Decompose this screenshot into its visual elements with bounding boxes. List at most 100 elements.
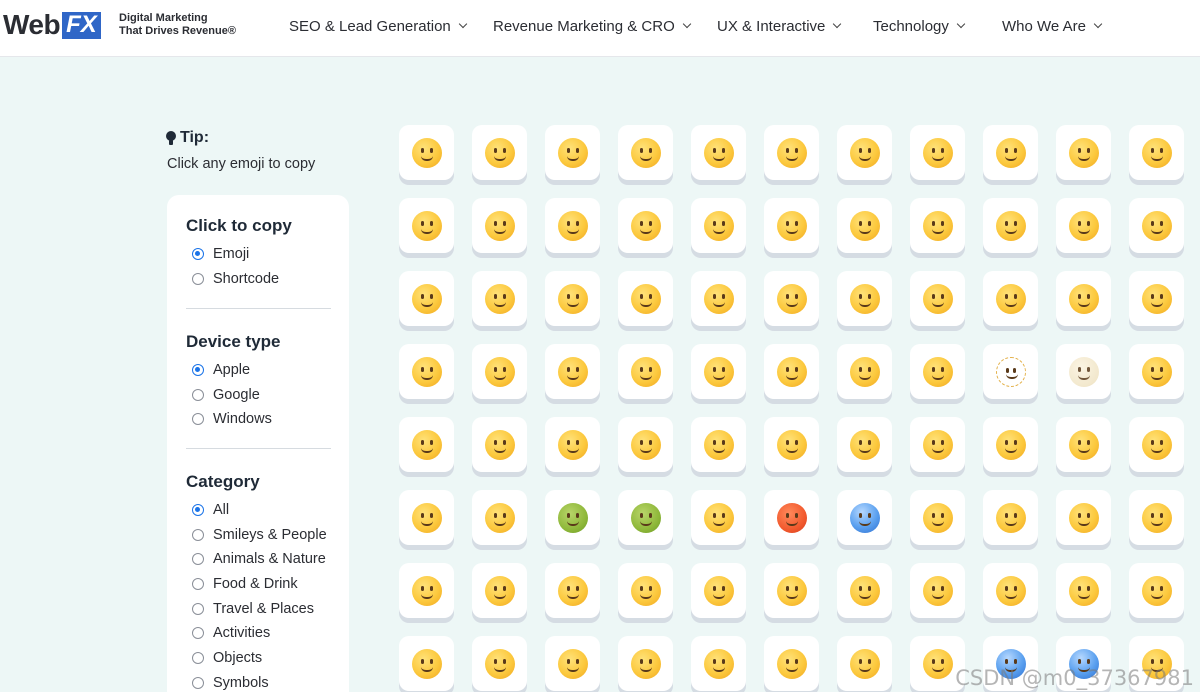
radio-button[interactable]: [192, 364, 204, 376]
emoji-tile[interactable]: 🤒: [399, 490, 454, 545]
emoji-tile[interactable]: 🤕: [472, 490, 527, 545]
radio-button[interactable]: [192, 553, 204, 565]
emoji-tile[interactable]: 🤭: [983, 271, 1038, 326]
emoji-tile[interactable]: 😇: [545, 198, 600, 253]
emoji-tile[interactable]: 😐: [764, 344, 819, 399]
emoji-tile[interactable]: 😮: [399, 636, 454, 691]
radio-button[interactable]: [192, 578, 204, 590]
emoji-tile[interactable]: 🧐: [764, 563, 819, 618]
emoji-tile[interactable]: 🫠: [1129, 125, 1184, 180]
emoji-tile[interactable]: 😔: [837, 417, 892, 472]
nav-seo-lead-generation[interactable]: SEO & Lead Generation: [289, 16, 468, 36]
emoji-tile[interactable]: 😦: [837, 636, 892, 691]
emoji-tile[interactable]: 😯: [472, 636, 527, 691]
radio-device-windows[interactable]: Windows: [192, 411, 272, 427]
emoji-tile[interactable]: 😚: [1056, 198, 1111, 253]
emoji-tile[interactable]: 😜: [618, 271, 673, 326]
emoji-tile[interactable]: 😙: [1129, 198, 1184, 253]
emoji-tile[interactable]: 🤑: [837, 271, 892, 326]
emoji-tile[interactable]: 😛: [545, 271, 600, 326]
emoji-tile[interactable]: 🥸: [545, 563, 600, 618]
emoji-tile[interactable]: 😏: [1129, 344, 1184, 399]
emoji-tile[interactable]: 🫡: [545, 344, 600, 399]
emoji-tile[interactable]: 🤫: [399, 344, 454, 399]
radio-device-apple[interactable]: Apple: [192, 362, 250, 378]
emoji-tile[interactable]: ☺️: [983, 198, 1038, 253]
emoji-tile[interactable]: 🤯: [1129, 490, 1184, 545]
emoji-tile[interactable]: 😵‍💫: [1056, 490, 1111, 545]
radio-button[interactable]: [192, 248, 204, 260]
emoji-tile[interactable]: 😆: [691, 125, 746, 180]
emoji-tile[interactable]: 🙂: [983, 125, 1038, 180]
nav-revenue-marketing-cro[interactable]: Revenue Marketing & CRO: [493, 16, 691, 36]
nav-technology[interactable]: Technology: [873, 16, 966, 36]
emoji-tile[interactable]: 😬: [545, 417, 600, 472]
emoji-tile[interactable]: 🤨: [691, 344, 746, 399]
emoji-tile[interactable]: 🤧: [691, 490, 746, 545]
emoji-tile[interactable]: 🤥: [691, 417, 746, 472]
emoji-tile[interactable]: ☹️: [1129, 563, 1184, 618]
emoji-tile[interactable]: 🥳: [472, 563, 527, 618]
radio-category-objects[interactable]: Objects: [192, 650, 262, 666]
emoji-tile[interactable]: 🤪: [691, 271, 746, 326]
emoji-tile[interactable]: 😶: [910, 344, 965, 399]
emoji-tile[interactable]: 😌: [764, 417, 819, 472]
nav-ux-interactive[interactable]: UX & Interactive: [717, 16, 842, 36]
emoji-tile[interactable]: 🫣: [1129, 271, 1184, 326]
emoji-tile[interactable]: 😀: [399, 125, 454, 180]
emoji-tile[interactable]: 😍: [691, 198, 746, 253]
emoji-tile[interactable]: 😮‍💨: [618, 417, 673, 472]
emoji-tile[interactable]: 🤔: [472, 344, 527, 399]
emoji-tile[interactable]: 🫢: [1056, 271, 1111, 326]
emoji-tile[interactable]: 😝: [764, 271, 819, 326]
emoji-tile[interactable]: 🤓: [691, 563, 746, 618]
radio-category-symbols[interactable]: Symbols: [192, 675, 269, 691]
radio-button[interactable]: [192, 504, 204, 516]
emoji-tile[interactable]: 🤩: [764, 198, 819, 253]
radio-category-travel-places[interactable]: Travel & Places: [192, 601, 314, 617]
emoji-tile[interactable]: 😟: [983, 563, 1038, 618]
emoji-tile[interactable]: 🙃: [1056, 125, 1111, 180]
radio-button[interactable]: [192, 389, 204, 401]
radio-button[interactable]: [192, 603, 204, 615]
nav-who-we-are[interactable]: Who We Are: [1002, 16, 1103, 36]
emoji-tile[interactable]: 😋: [472, 271, 527, 326]
radio-button[interactable]: [192, 627, 204, 639]
emoji-tile[interactable]: 😷: [1129, 417, 1184, 472]
emoji-tile[interactable]: 😶‍🌫️: [1056, 344, 1111, 399]
emoji-tile[interactable]: 😄: [545, 125, 600, 180]
emoji-tile[interactable]: 😊: [472, 198, 527, 253]
emoji-tile[interactable]: 🤣: [837, 125, 892, 180]
radio-category-animals-nature[interactable]: Animals & Nature: [192, 551, 326, 567]
radio-category-activities[interactable]: Activities: [192, 625, 270, 641]
emoji-tile[interactable]: 🥵: [764, 490, 819, 545]
emoji-tile[interactable]: 😁: [618, 125, 673, 180]
emoji-tile[interactable]: 🙁: [1056, 563, 1111, 618]
emoji-tile[interactable]: 😲: [545, 636, 600, 691]
radio-button[interactable]: [192, 413, 204, 425]
emoji-tile[interactable]: 😗: [910, 198, 965, 253]
emoji-tile[interactable]: 🤠: [399, 563, 454, 618]
radio-copy-emoji[interactable]: Emoji: [192, 246, 249, 262]
emoji-tile[interactable]: 😵: [983, 490, 1038, 545]
emoji-tile[interactable]: 😒: [399, 417, 454, 472]
emoji-tile[interactable]: 😅: [764, 125, 819, 180]
emoji-tile[interactable]: 😃: [472, 125, 527, 180]
emoji-tile[interactable]: 🥺: [691, 636, 746, 691]
emoji-tile[interactable]: 🙄: [472, 417, 527, 472]
emoji-tile[interactable]: 😳: [618, 636, 673, 691]
radio-category-smileys-people[interactable]: Smileys & People: [192, 527, 327, 543]
emoji-tile[interactable]: 🫥: [983, 344, 1038, 399]
emoji-tile[interactable]: 🥶: [837, 490, 892, 545]
radio-button[interactable]: [192, 677, 204, 689]
webfx-logo[interactable]: Web FX: [3, 10, 101, 40]
emoji-tile[interactable]: 🤢: [545, 490, 600, 545]
radio-category-all[interactable]: All: [192, 502, 229, 518]
emoji-tile[interactable]: 🤗: [910, 271, 965, 326]
emoji-tile[interactable]: 🤤: [983, 417, 1038, 472]
emoji-tile[interactable]: 😂: [910, 125, 965, 180]
emoji-tile[interactable]: 🥰: [618, 198, 673, 253]
emoji-tile[interactable]: 🥹: [764, 636, 819, 691]
radio-category-food-drink[interactable]: Food & Drink: [192, 576, 298, 592]
radio-button[interactable]: [192, 529, 204, 541]
